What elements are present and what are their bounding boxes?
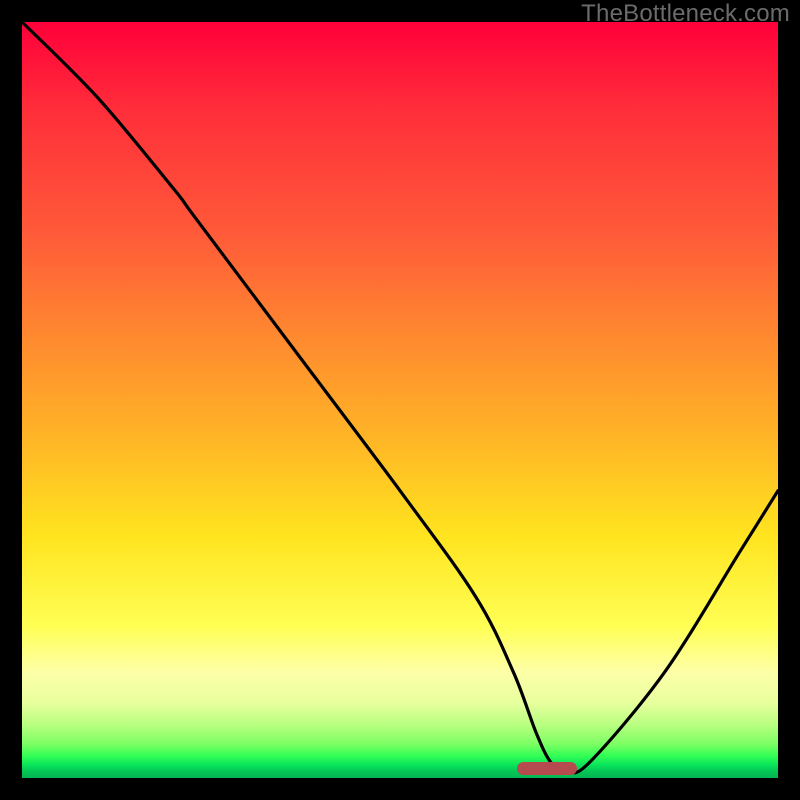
chart-area xyxy=(22,22,778,778)
outer-frame: TheBottleneck.com xyxy=(0,0,800,800)
bottleneck-curve xyxy=(22,22,778,778)
curve-path xyxy=(22,22,778,773)
valley-marker-pill xyxy=(517,762,577,775)
